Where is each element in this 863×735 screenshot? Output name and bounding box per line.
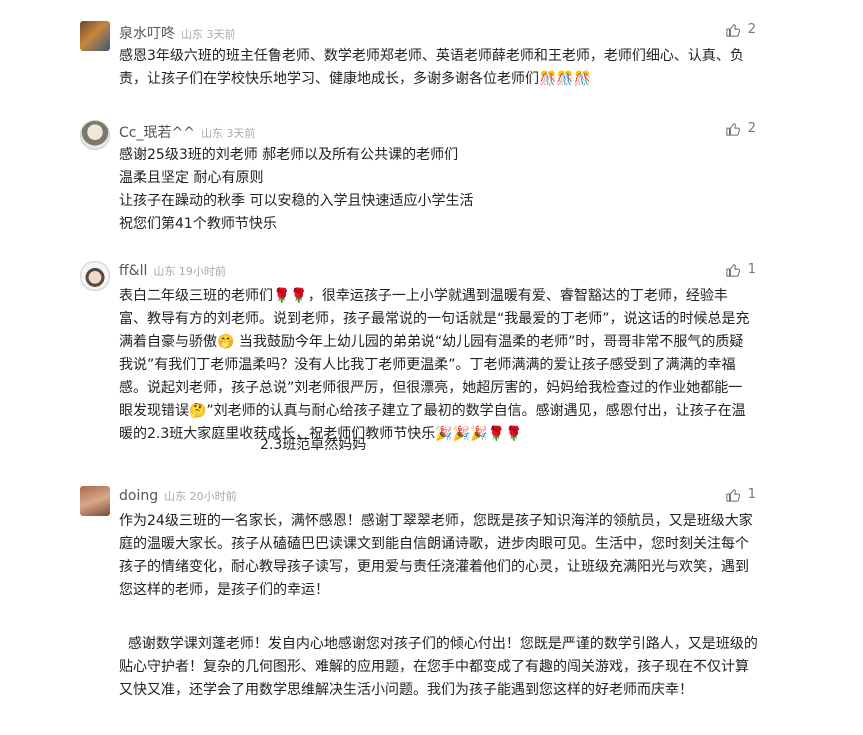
location: 山东	[181, 28, 203, 41]
like-button[interactable]: 1	[726, 262, 756, 277]
like-count: 1	[747, 487, 756, 502]
location: 山东	[200, 127, 223, 140]
timestamp: 19小时前	[178, 265, 226, 278]
like-count: 1	[747, 262, 756, 277]
comment-text: 感谢25级3班的刘老师 郝老师以及所有公共课的老师们 温柔且坚定 耐心有原则 让…	[119, 147, 474, 232]
user-name[interactable]: ff&ll	[119, 263, 147, 279]
avatar[interactable]	[80, 120, 110, 150]
timestamp: 20小时前	[189, 490, 237, 503]
timestamp: 3天前	[206, 28, 236, 41]
avatar[interactable]	[80, 21, 110, 51]
comment-signature: 2.3班范卓然妈妈	[260, 437, 367, 453]
like-count: 2	[747, 121, 756, 136]
thumbs-up-icon	[726, 263, 740, 277]
comment-text: 感恩3年级六班的班主任鲁老师、数学老师郑老师、英语老师薛老师和王老师，老师们细心…	[119, 48, 744, 87]
avatar[interactable]	[80, 486, 110, 516]
user-name[interactable]: 泉水叮咚	[119, 26, 175, 42]
thumbs-up-icon	[726, 488, 740, 502]
like-count: 2	[747, 22, 756, 37]
avatar[interactable]	[80, 261, 110, 291]
timestamp: 3天前	[226, 127, 256, 140]
like-button[interactable]: 2	[726, 22, 756, 37]
comment-text: 感谢数学课刘蓬老师！发自内心地感谢您对孩子们的倾心付出！您既是严谨的数学引路人，…	[119, 636, 758, 698]
user-name[interactable]: doing	[119, 488, 158, 504]
location: 山东	[153, 265, 176, 278]
location: 山东	[164, 490, 187, 503]
thumbs-up-icon	[726, 122, 740, 136]
thumbs-up-icon	[726, 23, 740, 37]
comment-text: 作为24级三班的一名家长，满怀感恩！感谢丁翠翠老师，您既是孩子知识海洋的领航员，…	[119, 513, 753, 598]
user-name[interactable]: Cc_珉若^^	[119, 125, 195, 141]
like-button[interactable]: 2	[726, 121, 756, 136]
comment-text: 表白二年级三班的老师们🌹🌹，很幸运孩子一上小学就遇到温暖有爱、睿智豁达的丁老师，…	[119, 288, 750, 442]
like-button[interactable]: 1	[726, 487, 756, 502]
